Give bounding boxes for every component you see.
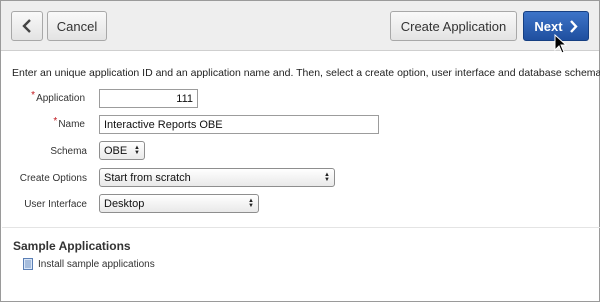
application-id-value: 111 [176,92,193,105]
select-arrows-icon: ▲ ▼ [134,144,140,156]
create-options-select[interactable]: Start from scratch ▲ ▼ [99,168,335,187]
install-sample-applications-link[interactable]: Install sample applications [23,258,155,270]
section-divider [2,227,600,228]
select-arrows-icon: ▲ ▼ [324,171,330,183]
name-label: Name [58,119,85,130]
schema-select[interactable]: OBE ▲ ▼ [99,141,145,160]
chevron-left-icon [22,19,31,33]
cancel-button[interactable]: Cancel [47,11,107,41]
user-interface-select[interactable]: Desktop ▲ ▼ [99,194,259,213]
toolbar: Cancel Create Application Next [1,1,599,54]
application-id-input[interactable]: 111 [99,89,198,108]
application-label-row: *Application [11,90,85,104]
schema-label: Schema [50,146,87,157]
create-application-button[interactable]: Create Application [390,11,517,41]
document-icon [23,258,33,270]
create-options-value: Start from scratch [104,171,191,184]
wizard-window: Cancel Create Application Next Enter an … [0,0,600,302]
create-application-label: Create Application [400,18,507,34]
name-value: Interactive Reports OBE [104,118,223,131]
name-label-row: *Name [11,116,85,130]
name-input[interactable]: Interactive Reports OBE [99,115,379,134]
required-marker: * [31,90,36,101]
create-options-label: Create Options [19,173,87,184]
sample-applications-heading: Sample Applications [13,239,131,253]
install-sample-applications-label: Install sample applications [38,258,155,270]
required-marker: * [53,116,58,127]
cancel-label: Cancel [56,18,98,34]
intro-text: Enter an unique application ID and an ap… [12,67,600,79]
back-button[interactable] [11,11,43,41]
chevron-right-icon [569,19,578,33]
schema-value: OBE [104,144,128,157]
mouse-cursor-icon [554,34,568,54]
user-interface-label: User Interface [24,199,87,210]
select-arrows-icon: ▲ ▼ [248,197,254,209]
user-interface-value: Desktop [104,197,145,210]
next-label: Next [534,18,563,34]
application-label: Application [36,93,85,104]
